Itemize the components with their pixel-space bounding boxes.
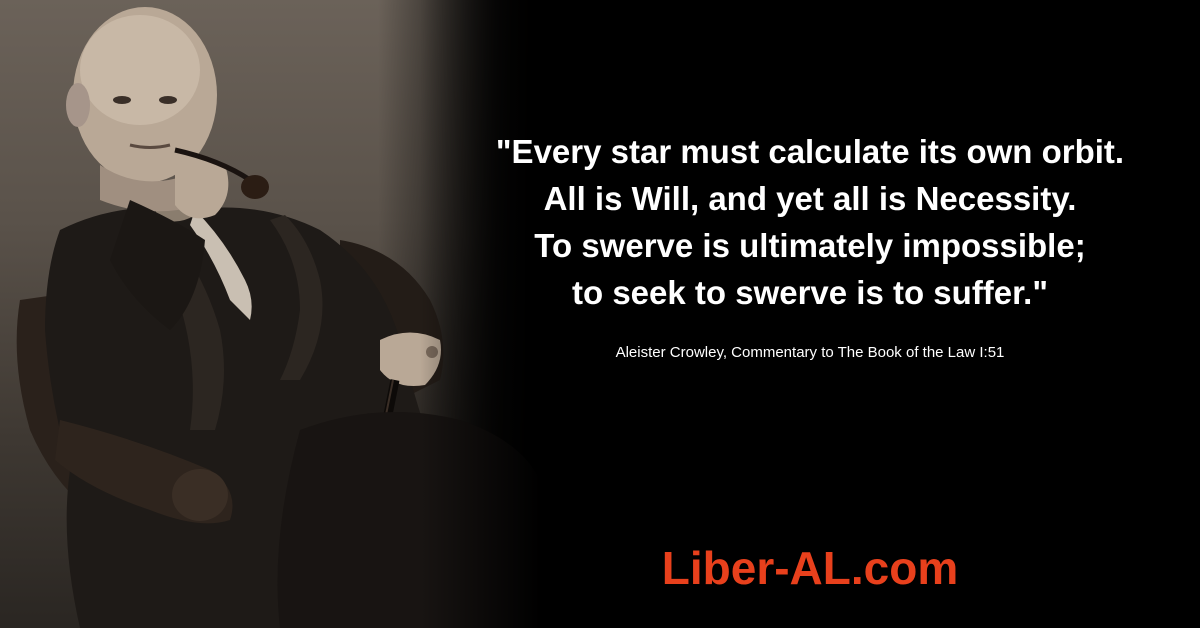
- quote-attribution: Aleister Crowley, Commentary to The Book…: [615, 344, 1005, 361]
- quote-line: to seek to swerve is to suffer.": [572, 274, 1048, 311]
- quote-line: All is Will, and yet all is Necessity.: [543, 180, 1077, 217]
- quote-text: "Every star must calculate its own orbit…: [420, 128, 1200, 316]
- site-link[interactable]: Liber-AL.com: [420, 540, 1200, 596]
- quote-card: "Every star must calculate its own orbit…: [0, 0, 1200, 628]
- quote-line: To swerve is ultimately impossible;: [534, 227, 1086, 264]
- quote-line: "Every star must calculate its own orbit…: [495, 133, 1125, 170]
